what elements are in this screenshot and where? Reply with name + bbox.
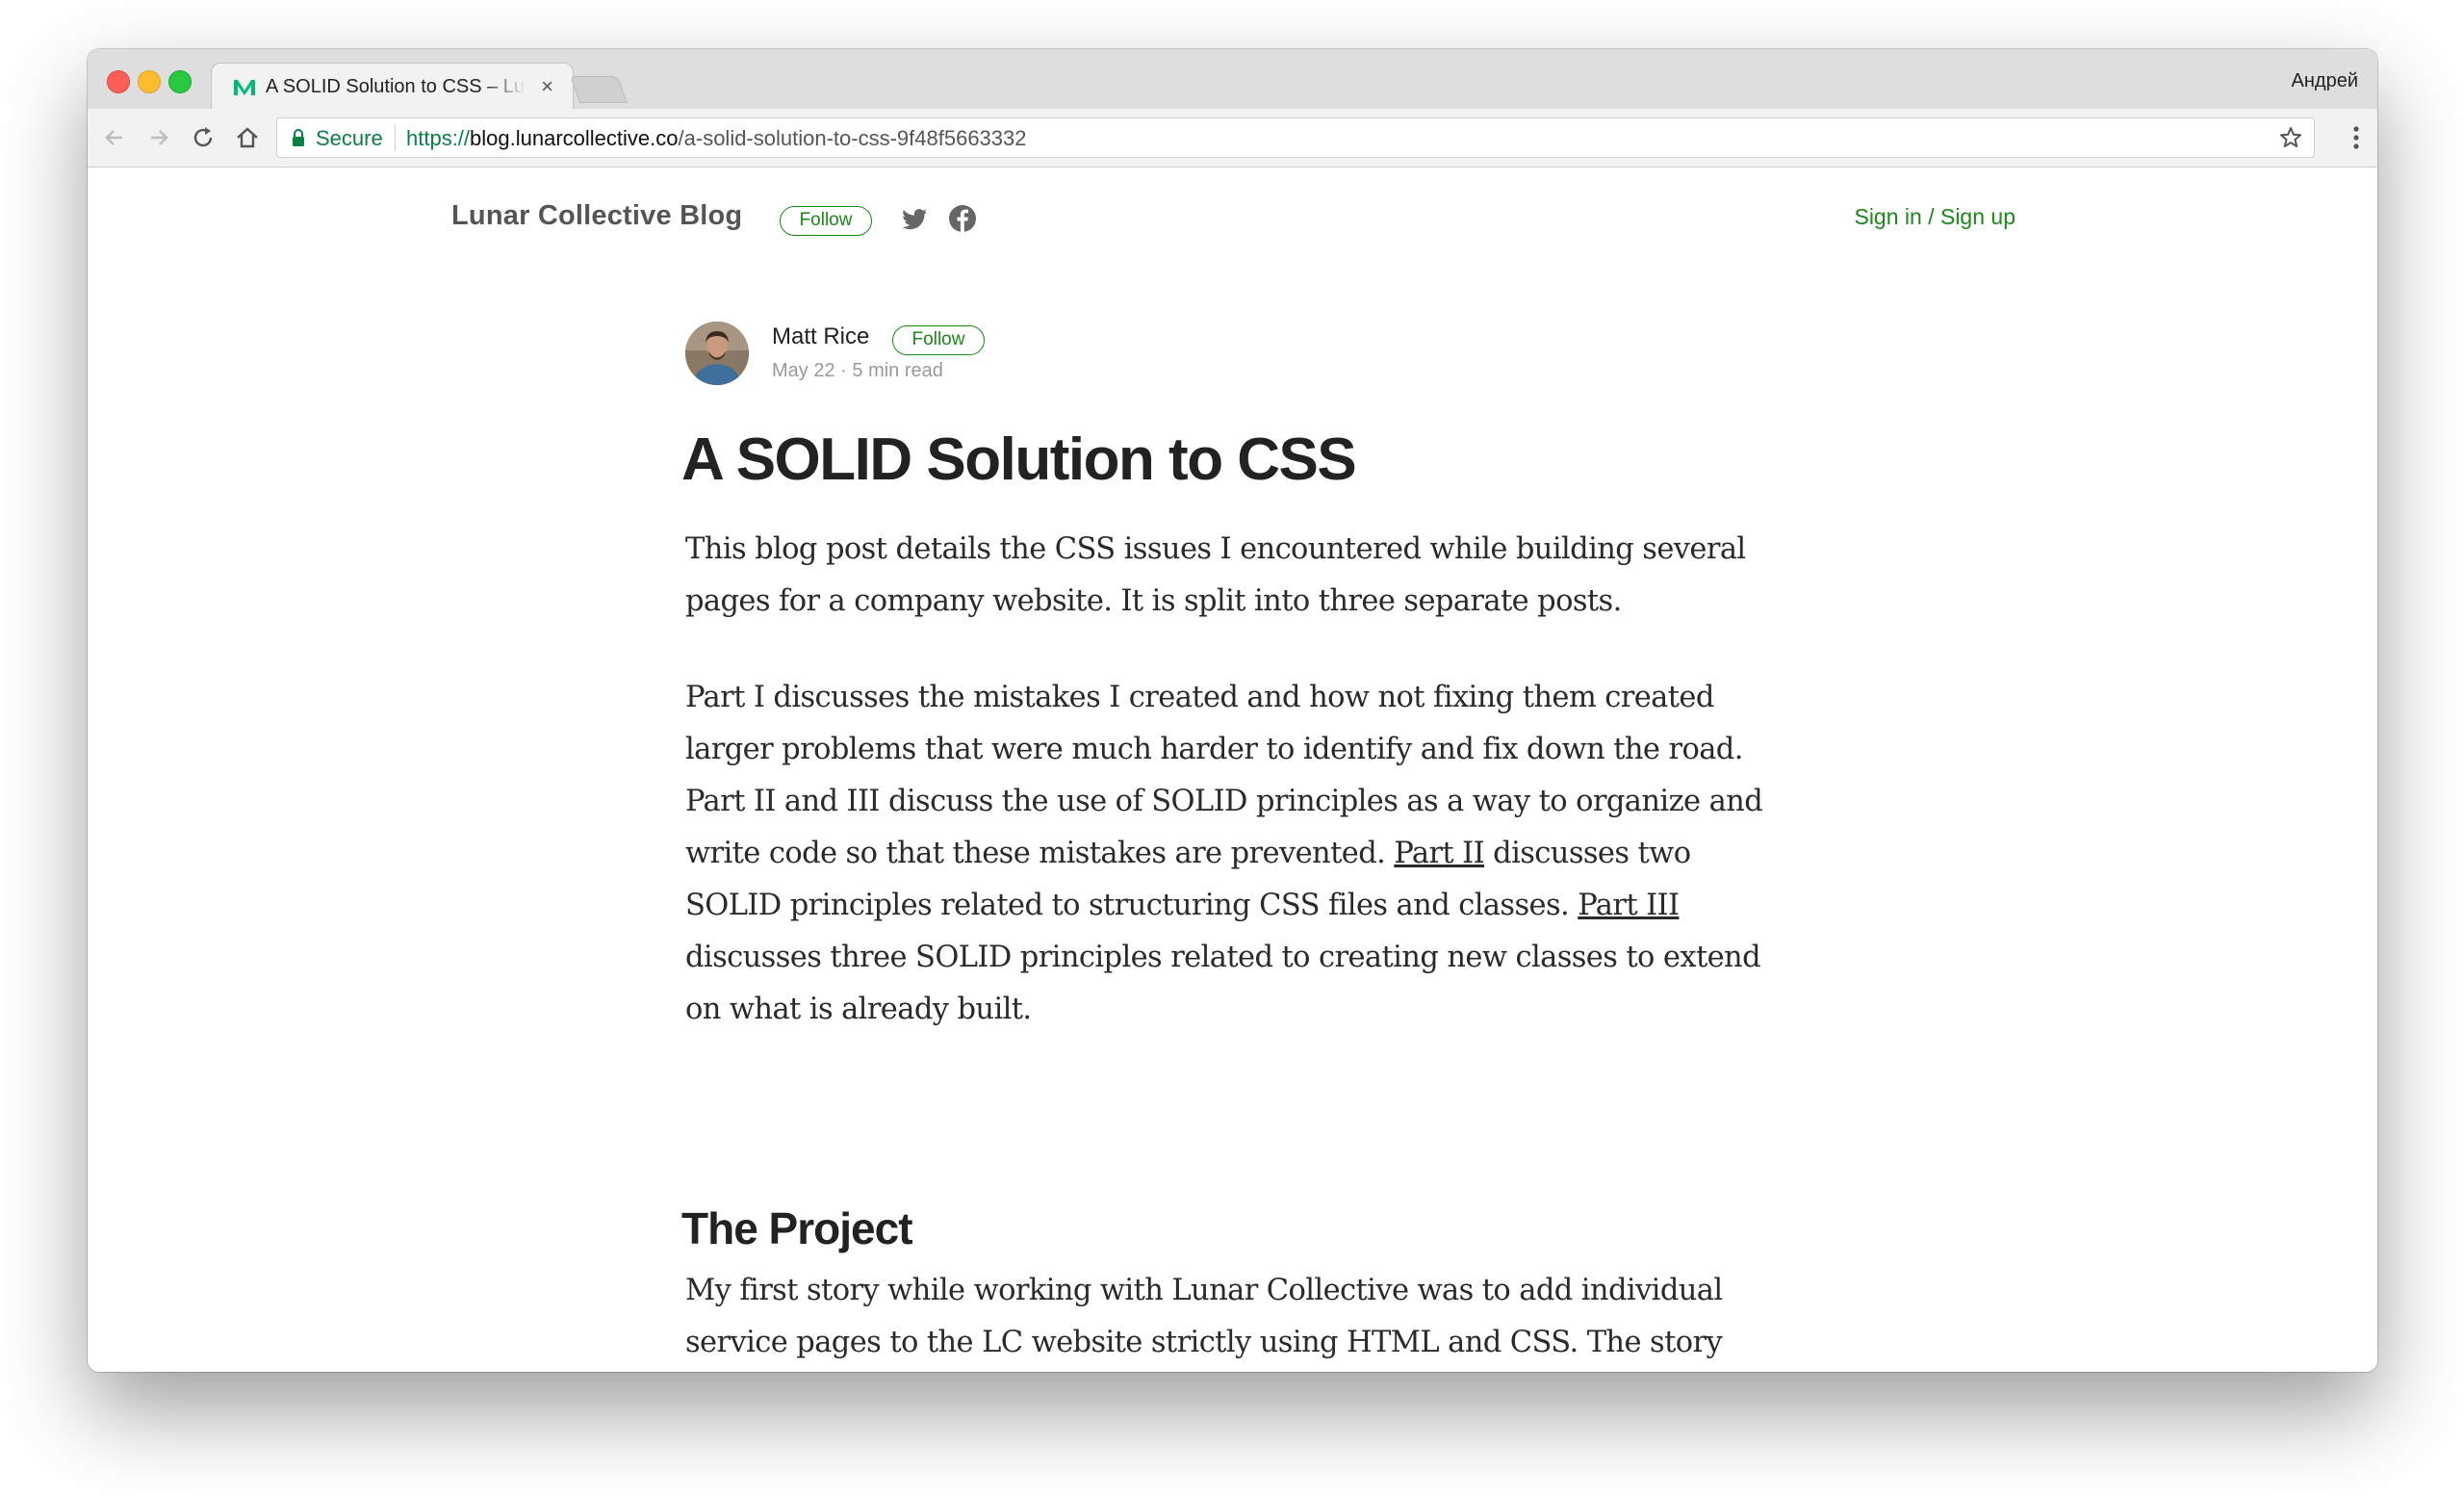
author-avatar[interactable]: [685, 322, 749, 385]
post-meta: May 22 · 5 min read: [772, 360, 943, 382]
url-text[interactable]: https://blog.lunarcollective.co/a-solid-…: [406, 126, 1027, 151]
section-heading: The Project: [681, 1203, 913, 1253]
blog-name[interactable]: Lunar Collective Blog: [451, 200, 742, 232]
minimize-window-button[interactable]: [138, 70, 161, 93]
medium-favicon-icon: [234, 80, 255, 95]
browser-toolbar: Secure https://blog.lunarcollective.co/a…: [88, 109, 2377, 168]
forward-icon[interactable]: [143, 122, 174, 153]
url-separator: [395, 124, 396, 151]
author-name[interactable]: Matt Rice: [772, 323, 869, 350]
article-title: A SOLID Solution to CSS: [681, 426, 1357, 493]
new-tab-button[interactable]: [569, 76, 629, 103]
tab-strip: A SOLID Solution to CSS – Lunar Collecti…: [88, 49, 2377, 111]
paragraph-intro: This blog post details the CSS issues I …: [685, 532, 1746, 618]
url-host: blog.lunarcollective.co: [470, 126, 679, 150]
part-2-link[interactable]: Part II: [1394, 837, 1484, 870]
paragraph-overview: Part I discusses the mistakes I created …: [685, 672, 1792, 1036]
twitter-icon[interactable]: [898, 202, 931, 235]
back-icon[interactable]: [99, 122, 130, 153]
maximize-window-button[interactable]: [168, 70, 192, 93]
lock-icon: [293, 129, 304, 146]
home-icon[interactable]: [232, 122, 263, 153]
page-content: Lunar Collective Blog Follow Sign in / S…: [88, 168, 2377, 1372]
sign-in-link[interactable]: Sign in / Sign up: [1854, 204, 2015, 230]
follow-author-button[interactable]: Follow: [892, 325, 985, 355]
post-date: May 22: [772, 360, 835, 381]
tab-close-icon[interactable]: ×: [541, 74, 553, 99]
article-body: This blog post details the CSS issues I …: [685, 524, 1792, 1036]
paragraph-overview-text-3: discusses three SOLID principles related…: [685, 941, 1761, 1026]
secure-label: Secure: [316, 126, 383, 150]
meta-separator: ·: [840, 360, 847, 381]
facebook-icon[interactable]: [946, 202, 979, 235]
paragraph-project: My first story while working with Lunar …: [685, 1274, 1723, 1359]
url-path: /a-solid-solution-to-css-9f48f5663332: [678, 126, 1027, 150]
follow-blog-button[interactable]: Follow: [780, 206, 872, 236]
reload-icon[interactable]: [188, 122, 218, 153]
menu-icon[interactable]: [2352, 124, 2360, 151]
url-scheme: https://: [406, 126, 471, 150]
star-icon[interactable]: [2277, 124, 2304, 151]
browser-window: A SOLID Solution to CSS – Lunar Collecti…: [88, 49, 2377, 1372]
author-photo-icon: [685, 322, 749, 385]
address-bar[interactable]: Secure https://blog.lunarcollective.co/a…: [276, 117, 2315, 158]
read-time: 5 min read: [852, 360, 943, 381]
tab-title: A SOLID Solution to CSS – Lunar Collecti…: [266, 76, 526, 97]
close-window-button[interactable]: [107, 70, 130, 93]
profile-name[interactable]: Андрей: [2292, 70, 2358, 92]
browser-tab-active[interactable]: A SOLID Solution to CSS – Lunar Collecti…: [211, 63, 574, 111]
part-3-link[interactable]: Part III: [1578, 889, 1680, 922]
